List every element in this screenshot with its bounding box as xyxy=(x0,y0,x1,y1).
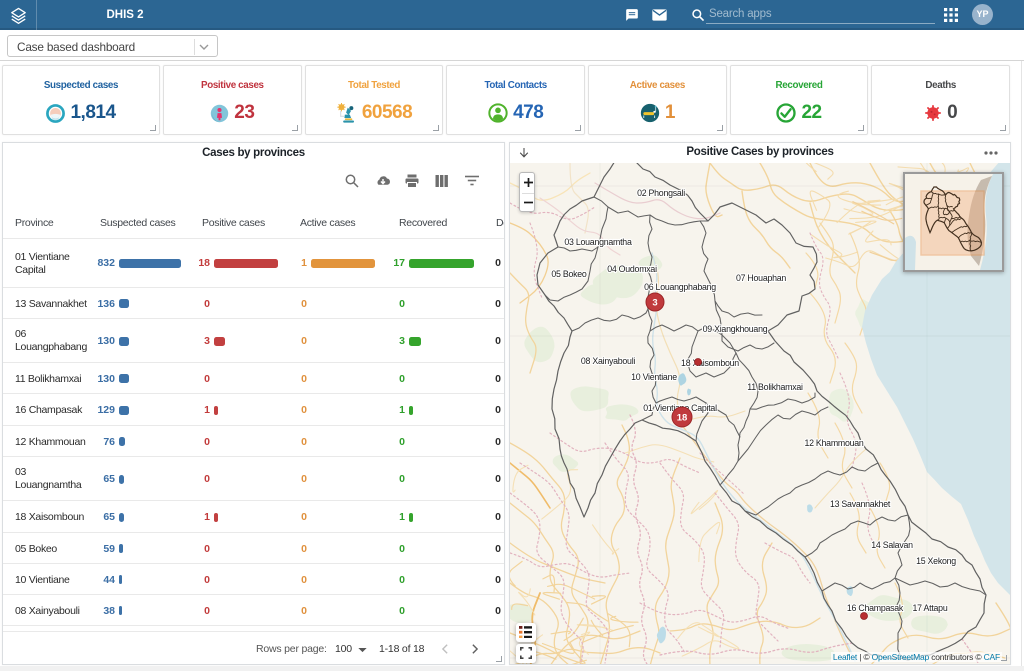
svg-text:04 Oudomxai: 04 Oudomxai xyxy=(607,264,657,274)
svg-text:3: 3 xyxy=(652,297,657,308)
svg-text:14 Salavan: 14 Salavan xyxy=(871,540,913,550)
svg-text:07 Houaphan: 07 Houaphan xyxy=(736,273,786,283)
svg-text:06 Louangphabang: 06 Louangphabang xyxy=(644,282,716,292)
svg-text:05 Bokeo: 05 Bokeo xyxy=(551,269,587,279)
svg-text:02 Phongsali: 02 Phongsali xyxy=(637,188,685,198)
svg-text:17 Attapu: 17 Attapu xyxy=(913,603,948,613)
svg-text:10 Vientiane: 10 Vientiane xyxy=(631,372,677,382)
svg-text:18 Xaisomboun: 18 Xaisomboun xyxy=(681,358,739,368)
svg-text:13 Savannakhet: 13 Savannakhet xyxy=(830,499,891,509)
svg-text:12 Khammouan: 12 Khammouan xyxy=(804,438,863,448)
svg-text:03 Louangnamtha: 03 Louangnamtha xyxy=(564,237,632,247)
svg-text:16 Champasak: 16 Champasak xyxy=(847,603,904,613)
svg-text:11 Bolikhamxai: 11 Bolikhamxai xyxy=(747,382,803,392)
svg-text:15 Xekong: 15 Xekong xyxy=(916,556,956,566)
svg-text:18: 18 xyxy=(677,413,688,424)
svg-text:09 Xiangkhouang: 09 Xiangkhouang xyxy=(703,324,768,334)
svg-text:08 Xainyabouli: 08 Xainyabouli xyxy=(581,356,636,366)
